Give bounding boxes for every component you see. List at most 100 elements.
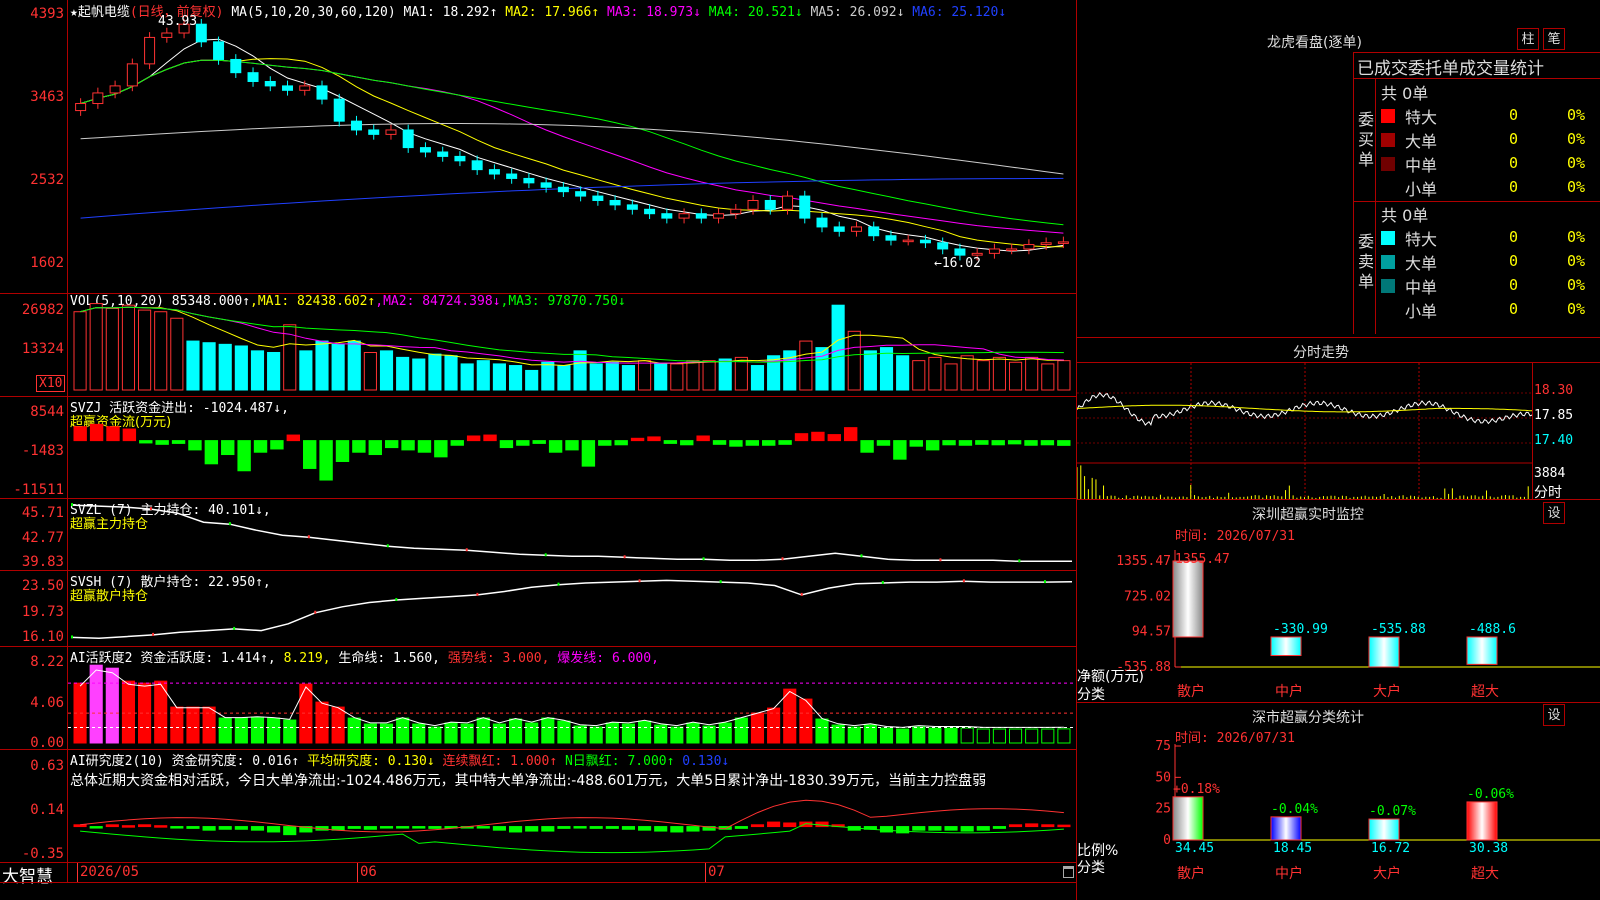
ai-research-tick-3: -0.35 (2, 846, 64, 862)
data-bar (235, 346, 247, 390)
vol-unit-badge[interactable]: X10 (36, 375, 65, 392)
data-bar (364, 827, 376, 830)
lock-icon[interactable] (1063, 866, 1074, 878)
holding-mark (71, 635, 73, 638)
candle-body (920, 240, 930, 243)
data-bar (671, 364, 683, 390)
intraday-chart[interactable] (1077, 363, 1533, 499)
candle-body (679, 214, 689, 218)
category-label-2: 中户 (1275, 683, 1303, 700)
data-bar (590, 364, 602, 390)
ai-research-chart[interactable] (68, 750, 1076, 862)
data-bar (364, 352, 376, 390)
data-bar (719, 359, 731, 390)
data-bar (316, 341, 328, 390)
data-bar (332, 344, 344, 390)
data-bar (316, 702, 328, 743)
brand-logo[interactable]: 大智慧 (2, 862, 53, 887)
data-bar (1058, 825, 1070, 827)
category-bar-4 (1467, 802, 1497, 840)
candle-body (834, 227, 844, 231)
order-stats-title: 已成交委托单成交量统计 (1357, 54, 1544, 79)
data-bar (687, 723, 699, 743)
data-bar (913, 361, 925, 390)
candle-body (955, 249, 965, 255)
ai-active-tick-1: 8.22 (2, 654, 64, 670)
candle-body (593, 196, 603, 200)
category-label-3: 大户 (1373, 865, 1401, 882)
classify-chart[interactable]: 散户 中户 大户 超大 75 50 25 0 34.45 +0.18% 18.45 -0.04% 16.… (1077, 740, 1600, 900)
buy-row-name-2: 大单 (1405, 128, 1437, 152)
data-bar (897, 356, 909, 390)
ma-line-5 (81, 124, 1064, 175)
buy-row-count-2: 0 (1509, 130, 1518, 148)
date-tick (77, 863, 78, 882)
change-label-1: +0.18% (1173, 782, 1220, 797)
sell-row-count-4: 0 (1509, 300, 1518, 318)
candle-body (524, 178, 534, 182)
candle-body (938, 243, 948, 249)
kline-chart[interactable] (68, 0, 1076, 293)
candle-body (334, 99, 344, 121)
buy-row-count-4: 0 (1509, 178, 1518, 196)
data-bar (140, 441, 152, 443)
y-tick-label-2: 50 (1155, 770, 1171, 785)
data-bar (172, 441, 184, 444)
candle-body (489, 170, 499, 174)
buy-total: 共 0单 (1381, 80, 1428, 104)
holding-mark (476, 593, 478, 596)
data-bar (945, 827, 957, 831)
data-bar (719, 723, 731, 743)
candle-body (541, 183, 551, 187)
holding-mark (939, 558, 941, 561)
value-label-2: 18.45 (1273, 841, 1312, 856)
data-bar (730, 441, 742, 447)
ma-line-6 (81, 178, 1064, 218)
holding-mark (703, 557, 705, 560)
holding-mark (71, 503, 73, 506)
data-bar (271, 441, 283, 449)
data-bar (461, 724, 473, 743)
svzl-chart[interactable] (68, 499, 1076, 570)
buy-row-name-3: 中单 (1405, 152, 1437, 176)
data-bar (703, 726, 715, 743)
tick-mode-button[interactable]: 笔 (1543, 28, 1565, 50)
data-bar (189, 441, 201, 450)
holding-mark (152, 633, 154, 636)
data-bar (251, 717, 263, 743)
candle-body (731, 209, 741, 213)
data-bar (139, 310, 151, 390)
sell-row-pct-1: 0% (1567, 228, 1585, 246)
data-bar (590, 727, 602, 743)
monitor-settings-button[interactable]: 设 (1543, 502, 1565, 524)
data-bar (574, 827, 586, 829)
data-bar (671, 827, 683, 832)
data-bar (1042, 729, 1054, 743)
data-bar (848, 727, 860, 743)
candle-body (1058, 242, 1068, 244)
svsh-chart[interactable] (68, 571, 1076, 646)
data-bar (664, 441, 676, 444)
sell-swatch-2 (1381, 255, 1395, 269)
candle-body (231, 59, 241, 72)
data-bar (848, 331, 860, 390)
classify-settings-button[interactable]: 设 (1543, 704, 1565, 726)
data-bar (106, 825, 118, 827)
data-bar (880, 348, 892, 390)
data-bar (122, 826, 134, 828)
svzj-chart[interactable] (68, 397, 1076, 498)
data-bar (615, 441, 627, 445)
value-label-1: 34.45 (1175, 841, 1214, 856)
candle-body (903, 240, 913, 242)
candle-body (283, 86, 293, 90)
data-bar (287, 435, 299, 441)
data-bar (945, 364, 957, 390)
data-bar (929, 728, 941, 743)
data-bar (90, 665, 102, 743)
price-tick-4: 1602 (2, 255, 64, 271)
divider (1353, 52, 1600, 53)
ai-active-chart[interactable] (68, 647, 1076, 749)
volume-chart[interactable] (68, 294, 1076, 396)
monitor-chart[interactable]: 散户 中户 大户 超大 1355.47 725.02 94.57 -535.88 1355.47… (1077, 540, 1600, 705)
bar-mode-button[interactable]: 柱 (1517, 28, 1539, 50)
